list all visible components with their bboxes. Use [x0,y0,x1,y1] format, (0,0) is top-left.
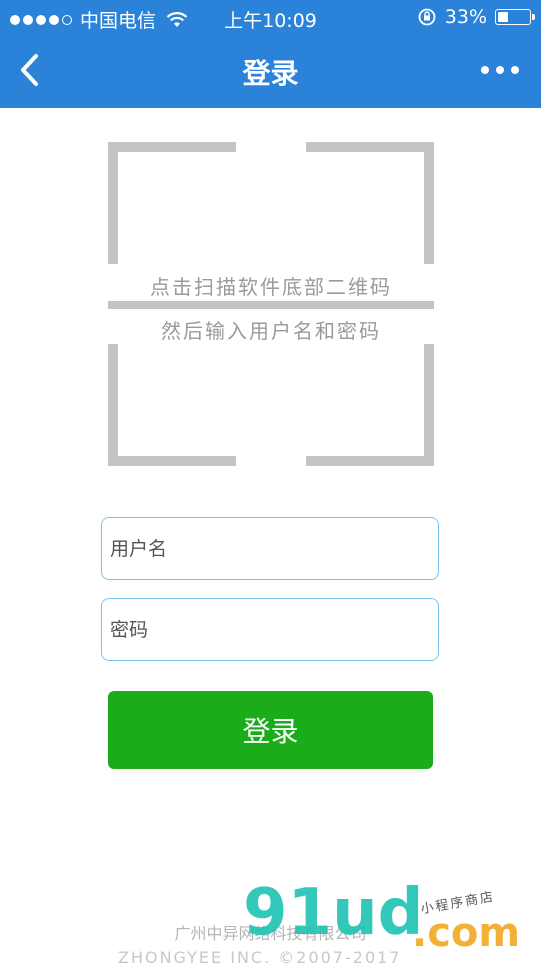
watermark-logo: 91ud [243,876,424,950]
scanner-corner-top-left [108,142,236,264]
page-title: 登录 [242,57,299,90]
username-input[interactable] [101,517,439,580]
footer-copyright: ZHONGYEE INC. ©2007-2017 [118,948,402,967]
rotation-lock-icon [418,8,436,26]
scan-hint-line1: 点击扫描软件底部二维码 [150,275,392,299]
qr-scanner-frame[interactable]: 点击扫描软件底部二维码 然后输入用户名和密码 [108,142,434,466]
password-input[interactable] [101,598,439,661]
login-button[interactable]: 登录 [108,691,433,769]
battery-icon [495,9,535,25]
scanner-corner-top-right [306,142,434,264]
battery-percent: 33% [444,6,487,28]
nav-bar: 登录 [0,36,541,108]
watermark-logo-suffix: .com [412,910,521,956]
scan-line [108,301,434,309]
scan-hint-line2: 然后输入用户名和密码 [161,319,381,343]
status-bar: 中国电信 上午10:09 33% [0,0,541,36]
status-right: 33% [417,6,535,28]
scanner-corner-bottom-right [306,344,434,466]
scanner-corner-bottom-left [108,344,236,466]
more-dots-icon[interactable] [481,66,519,74]
